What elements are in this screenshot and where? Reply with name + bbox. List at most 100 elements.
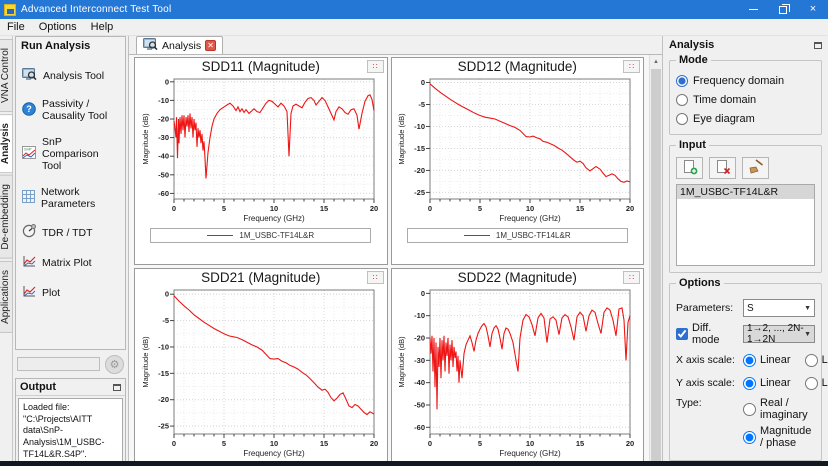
- analysis-panel: Analysis Mode Frequency domain Time domai…: [662, 36, 828, 466]
- svg-text:0: 0: [165, 77, 169, 86]
- mode-option-label: Time domain: [693, 93, 757, 106]
- svg-text:10: 10: [526, 439, 534, 448]
- add-file-button[interactable]: [676, 157, 703, 179]
- svg-text:0: 0: [165, 290, 169, 299]
- yscale-radio-linear[interactable]: Linear: [743, 376, 791, 390]
- tool-label: TDR / TDT: [42, 226, 93, 239]
- yscale-option-label: Linear: [760, 377, 791, 389]
- type-label: Type:: [676, 397, 702, 409]
- sidebar-tab-vna-control[interactable]: VNA Control: [0, 39, 13, 113]
- svg-text:10: 10: [270, 439, 278, 448]
- diff-mode-checkbox[interactable]: Diff. mode: [676, 322, 739, 346]
- menu-file[interactable]: File: [0, 20, 32, 34]
- type-radio-magnitude-phase[interactable]: Magnitude / phase: [743, 425, 815, 449]
- broom-button[interactable]: [742, 157, 769, 179]
- svg-text:15: 15: [576, 439, 584, 448]
- radio-icon[interactable]: [804, 353, 818, 367]
- menu-options[interactable]: Options: [32, 20, 84, 34]
- yscale-option-label: Log.: [821, 377, 828, 389]
- tool-list: Analysis Tool? Passivity / Causality Tool…: [16, 55, 125, 314]
- dock-icon[interactable]: [814, 41, 822, 49]
- svg-text:-20: -20: [414, 166, 425, 175]
- settings-button[interactable]: ⚙: [105, 354, 124, 374]
- svg-text:0: 0: [421, 78, 425, 87]
- sidebar-tab-de-embedding[interactable]: De-embedding: [0, 175, 13, 259]
- svg-text:0: 0: [428, 204, 432, 213]
- mode-radio-frequency-domain[interactable]: Frequency domain: [676, 71, 815, 90]
- tab-close-icon[interactable]: ✕: [205, 40, 217, 51]
- tool-network-parameters[interactable]: Network Parameters: [18, 179, 123, 217]
- radio-icon[interactable]: [676, 93, 688, 106]
- svg-text:20: 20: [370, 204, 378, 213]
- tool-snp-comparison-tool[interactable]: SnP SnP Comparison Tool: [18, 129, 123, 179]
- chart-canvas: 0 5 10 15 20 0 -5 -10 -15 -20 -25 Frequency (GHz) Ma…: [141, 289, 378, 458]
- analysis-panel-title: Analysis: [669, 39, 715, 51]
- parameters-dropdown[interactable]: S ▼: [743, 299, 815, 317]
- legend-label: 1M_USBC-TF14L&R: [239, 231, 315, 240]
- remove-file-button[interactable]: [709, 157, 736, 179]
- tool-passivity-causality-tool[interactable]: ? Passivity / Causality Tool: [18, 91, 123, 129]
- radio-icon[interactable]: [743, 430, 756, 444]
- broom-icon: [747, 159, 764, 177]
- svg-text:-40: -40: [158, 152, 169, 161]
- yscale-radio-log[interactable]: Log.: [804, 376, 828, 390]
- output-panel: Output Loaded file: "C:\Projects\AITT da…: [15, 378, 126, 466]
- radio-icon[interactable]: [743, 402, 756, 416]
- sidebar-tab-applications[interactable]: Applications: [0, 260, 13, 333]
- sidebar-tab-analysis[interactable]: Analysis: [0, 114, 13, 174]
- progress-row: ⚙: [13, 352, 128, 376]
- plots-grid: SDD11 (Magnitude) 0 5 10 15 20 0 -10 -20 -30 -40 -5…: [132, 55, 646, 466]
- dock-icon[interactable]: [113, 383, 121, 391]
- tool-tdr-tdt[interactable]: TDR / TDT: [18, 217, 123, 248]
- radio-icon[interactable]: [804, 376, 818, 390]
- plot-sdd11-magnitude: SDD11 (Magnitude) 0 5 10 15 20 0 -10 -20 -30 -40 -5…: [134, 57, 388, 265]
- mode-group-label: Mode: [676, 54, 711, 66]
- svg-text:-10: -10: [158, 96, 169, 105]
- diff-mode-dropdown[interactable]: 1→2, ..., 2N-1→2N ▼: [743, 323, 815, 345]
- svg-text:0: 0: [428, 439, 432, 448]
- chart-legend: 1M_USBC-TF14L&R: [406, 228, 628, 243]
- plot-icon: [22, 285, 36, 301]
- close-button[interactable]: ×: [798, 0, 828, 19]
- input-file-list[interactable]: 1M_USBC-TF14L&R: [676, 184, 815, 266]
- restore-button[interactable]: [768, 0, 798, 19]
- scroll-thumb[interactable]: [651, 69, 661, 466]
- expand-plot-button[interactable]: [623, 60, 640, 73]
- diff-mode-value: 1→2, ..., 2N-1→2N: [747, 323, 804, 345]
- radio-icon[interactable]: [743, 353, 756, 367]
- mode-radio-time-domain[interactable]: Time domain: [676, 90, 815, 109]
- parameters-value: S: [747, 302, 754, 314]
- tool-analysis-tool[interactable]: Analysis Tool: [18, 61, 123, 91]
- options-group-label: Options: [676, 277, 724, 289]
- type-option-label: Magnitude / phase: [760, 425, 812, 449]
- radio-icon[interactable]: [676, 112, 688, 125]
- radio-icon[interactable]: [743, 376, 756, 390]
- list-item[interactable]: 1M_USBC-TF14L&R: [677, 185, 814, 199]
- mode-radio-eye-diagram[interactable]: Eye diagram: [676, 109, 815, 128]
- radio-icon[interactable]: [676, 74, 688, 87]
- svg-text:-10: -10: [414, 311, 425, 320]
- gear-icon: ⚙: [109, 358, 120, 371]
- run-analysis-header: Run Analysis: [21, 40, 91, 52]
- type-radio-real-imaginary[interactable]: Real / imaginary: [743, 397, 815, 421]
- tool-matrix-plot[interactable]: Matrix Plot: [18, 248, 123, 278]
- svg-text:-40: -40: [414, 378, 425, 387]
- minimize-button[interactable]: [738, 0, 768, 19]
- svg-text:5: 5: [222, 204, 226, 213]
- expand-plot-button[interactable]: [366, 60, 384, 73]
- tab-analysis[interactable]: Analysis ✕: [136, 36, 224, 54]
- tool-plot[interactable]: Plot: [18, 278, 123, 308]
- menu-help[interactable]: Help: [84, 20, 121, 34]
- remove-file-icon: [715, 159, 731, 178]
- tool-label: Network Parameters: [41, 186, 96, 210]
- svg-text:15: 15: [576, 204, 584, 213]
- vertical-scrollbar[interactable]: ▲ ▼: [649, 55, 662, 466]
- document-tab-bar: Analysis ✕: [129, 36, 662, 55]
- plot-sdd22-magnitude: SDD22 (Magnitude) 0 5 10 15 20 0 -10 -20 -30 -40 -5…: [390, 268, 644, 466]
- xscale-radio-log[interactable]: Log.: [804, 353, 828, 367]
- xscale-radio-linear[interactable]: Linear: [743, 353, 791, 367]
- expand-plot-button[interactable]: [623, 271, 640, 284]
- legend-label: 1M_USBC-TF14L&R: [495, 231, 571, 240]
- expand-plot-button[interactable]: [366, 271, 384, 284]
- scroll-up-icon[interactable]: ▲: [650, 55, 662, 68]
